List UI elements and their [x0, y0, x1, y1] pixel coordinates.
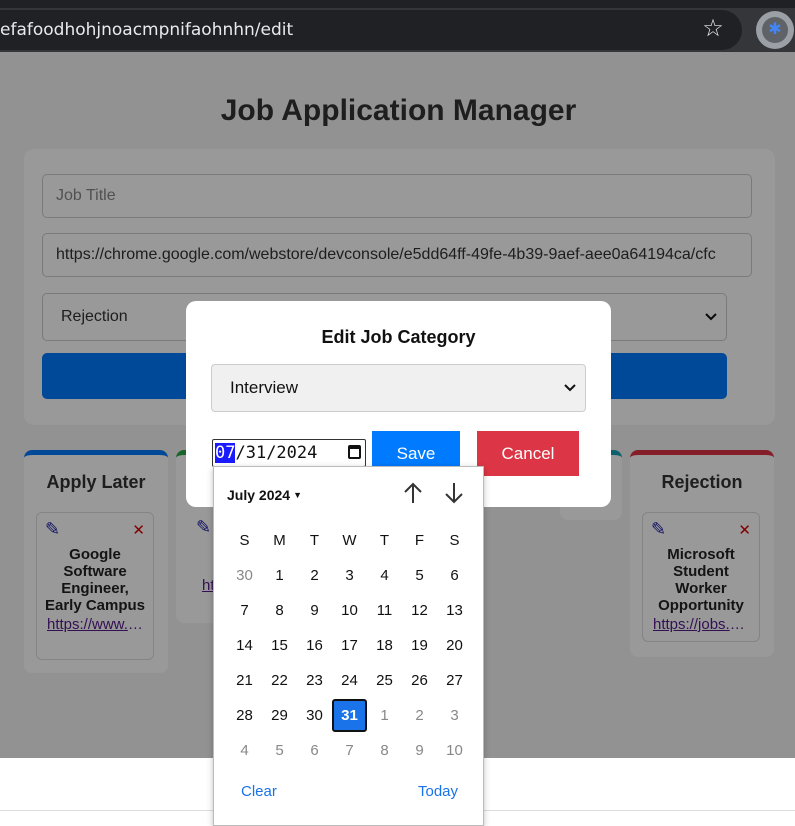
- weekday-header: T: [379, 532, 390, 549]
- calendar-day[interactable]: 5: [262, 734, 297, 767]
- chevron-down-icon: [563, 365, 577, 429]
- date-picker-popup: July 2024 ▼ S M T W T F S 30 1 2 3 4 5 6 7 8 9 10 11 12 13 14 1…: [213, 466, 484, 826]
- calendar-day[interactable]: 30: [297, 699, 332, 732]
- calendar-day-selected[interactable]: 31: [332, 699, 367, 732]
- calendar-day[interactable]: 29: [262, 699, 297, 732]
- calendar-day[interactable]: 9: [402, 734, 437, 767]
- browser-toolbar: efafoodhohjnoacmpnifaohnhn/edit ☆ ✱: [0, 0, 795, 52]
- weekday-header: T: [309, 532, 320, 549]
- weekday-header: W: [342, 532, 357, 549]
- calendar-icon[interactable]: [348, 445, 361, 459]
- calendar-day[interactable]: 8: [367, 734, 402, 767]
- calendar-day[interactable]: 2: [402, 699, 437, 732]
- calendar-day[interactable]: 26: [402, 664, 437, 697]
- calendar-day[interactable]: 11: [367, 594, 402, 627]
- month-label: July 2024: [227, 487, 291, 503]
- calendar-day[interactable]: 4: [367, 559, 402, 592]
- calendar-day[interactable]: 16: [297, 629, 332, 662]
- extension-button[interactable]: ✱: [756, 11, 794, 49]
- calendar-day[interactable]: 6: [297, 734, 332, 767]
- calendar-day[interactable]: 14: [227, 629, 262, 662]
- calendar-day[interactable]: 30: [227, 559, 262, 592]
- calendar-day[interactable]: 10: [332, 594, 367, 627]
- weekday-header: S: [449, 532, 460, 549]
- arrow-up-icon[interactable]: [402, 481, 424, 511]
- caret-down-icon: ▼: [293, 490, 302, 500]
- calendar-day[interactable]: 22: [262, 664, 297, 697]
- url-text: efafoodhohjnoacmpnifaohnhn/edit: [0, 20, 294, 40]
- weekday-header: F: [414, 532, 425, 549]
- calendar-day[interactable]: 5: [402, 559, 437, 592]
- calendar-day[interactable]: 19: [402, 629, 437, 662]
- calendar-day[interactable]: 13: [437, 594, 472, 627]
- calendar-day[interactable]: 4: [227, 734, 262, 767]
- clear-button[interactable]: Clear: [241, 783, 277, 800]
- tab-strip: [0, 0, 795, 8]
- weekday-header: M: [273, 532, 286, 549]
- month-selector[interactable]: July 2024 ▼: [227, 487, 302, 503]
- arrow-down-icon[interactable]: [443, 481, 465, 511]
- puzzle-icon: ✱: [762, 17, 788, 43]
- calendar-day[interactable]: 3: [437, 699, 472, 732]
- cancel-button[interactable]: Cancel: [477, 431, 579, 476]
- today-button[interactable]: Today: [418, 783, 458, 800]
- calendar-day[interactable]: 24: [332, 664, 367, 697]
- calendar-day[interactable]: 21: [227, 664, 262, 697]
- modal-category-select[interactable]: Interview: [211, 364, 586, 412]
- date-rest[interactable]: /31/2024: [235, 443, 317, 463]
- calendar-day[interactable]: 12: [402, 594, 437, 627]
- date-month-segment[interactable]: 07: [215, 443, 236, 463]
- calendar-day[interactable]: 25: [367, 664, 402, 697]
- calendar-day[interactable]: 10: [437, 734, 472, 767]
- bookmark-star-icon[interactable]: ☆: [700, 16, 726, 42]
- calendar-day[interactable]: 17: [332, 629, 367, 662]
- calendar-day[interactable]: 20: [437, 629, 472, 662]
- date-input[interactable]: 07/31/2024: [212, 439, 366, 467]
- calendar-day[interactable]: 23: [297, 664, 332, 697]
- calendar-day[interactable]: 3: [332, 559, 367, 592]
- weekday-header: S: [239, 532, 250, 549]
- calendar-day[interactable]: 7: [227, 594, 262, 627]
- calendar-day[interactable]: 15: [262, 629, 297, 662]
- calendar-day[interactable]: 1: [262, 559, 297, 592]
- calendar-day[interactable]: 6: [437, 559, 472, 592]
- calendar-day[interactable]: 27: [437, 664, 472, 697]
- calendar-day[interactable]: 7: [332, 734, 367, 767]
- calendar-day[interactable]: 9: [297, 594, 332, 627]
- calendar-day[interactable]: 18: [367, 629, 402, 662]
- calendar-day[interactable]: 2: [297, 559, 332, 592]
- modal-category-value: Interview: [230, 378, 299, 397]
- modal-title: Edit Job Category: [321, 327, 476, 347]
- calendar-day[interactable]: 1: [367, 699, 402, 732]
- calendar-day[interactable]: 28: [227, 699, 262, 732]
- address-bar[interactable]: efafoodhohjnoacmpnifaohnhn/edit: [0, 10, 742, 50]
- calendar-day[interactable]: 8: [262, 594, 297, 627]
